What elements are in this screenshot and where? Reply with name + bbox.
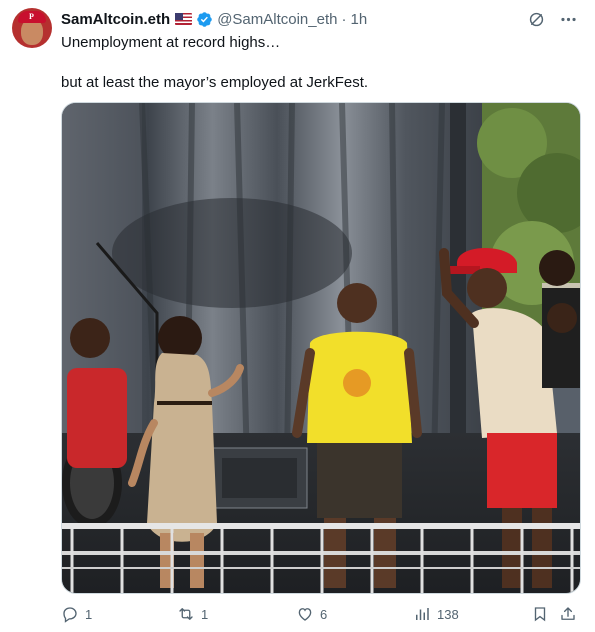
share-icon	[561, 607, 575, 620]
analytics-icon	[416, 608, 429, 620]
tweet-text: Unemployment at record highs… but at lea…	[61, 33, 576, 93]
reply-count: 1	[85, 606, 93, 622]
avatar[interactable]: P	[12, 8, 52, 48]
more-options-icon[interactable]	[557, 8, 579, 30]
heart-icon	[298, 608, 312, 621]
stage-performance-image[interactable]	[61, 102, 581, 594]
repost-icon	[179, 608, 193, 620]
author-display-name[interactable]: SamAltcoin.eth	[61, 11, 170, 28]
like-button[interactable]: 6	[296, 603, 327, 625]
grok-icon[interactable]	[525, 8, 547, 30]
repost-button[interactable]: 1	[177, 603, 208, 625]
bookmark-button[interactable]	[531, 603, 549, 625]
reply-icon	[63, 607, 77, 623]
action-bar: 1 1 6 138	[61, 603, 581, 625]
tweet-card[interactable]: P SamAltcoin.eth @SamAltcoin_eth · 1h Un…	[0, 0, 595, 632]
timestamp[interactable]: 1h	[350, 11, 367, 28]
views-count: 138	[437, 606, 459, 622]
verified-badge-icon[interactable]	[196, 11, 213, 28]
separator-dot: ·	[341, 10, 347, 28]
tweet-header: SamAltcoin.eth @SamAltcoin_eth · 1h	[61, 9, 367, 29]
reply-button[interactable]: 1	[61, 603, 92, 625]
like-count: 6	[320, 606, 328, 622]
us-flag-icon	[175, 13, 193, 25]
video-frame	[62, 103, 580, 593]
top-right-controls	[525, 8, 579, 30]
share-button[interactable]	[559, 603, 577, 625]
tweet-text-line-2: but at least the mayor’s employed at Jer…	[61, 74, 369, 91]
author-handle[interactable]: @SamAltcoin_eth	[217, 11, 337, 28]
bookmark-icon	[534, 607, 546, 622]
tweet-text-line-1: Unemployment at record highs…	[61, 34, 281, 51]
repost-count: 1	[201, 606, 209, 622]
views-button[interactable]: 138	[413, 603, 459, 625]
